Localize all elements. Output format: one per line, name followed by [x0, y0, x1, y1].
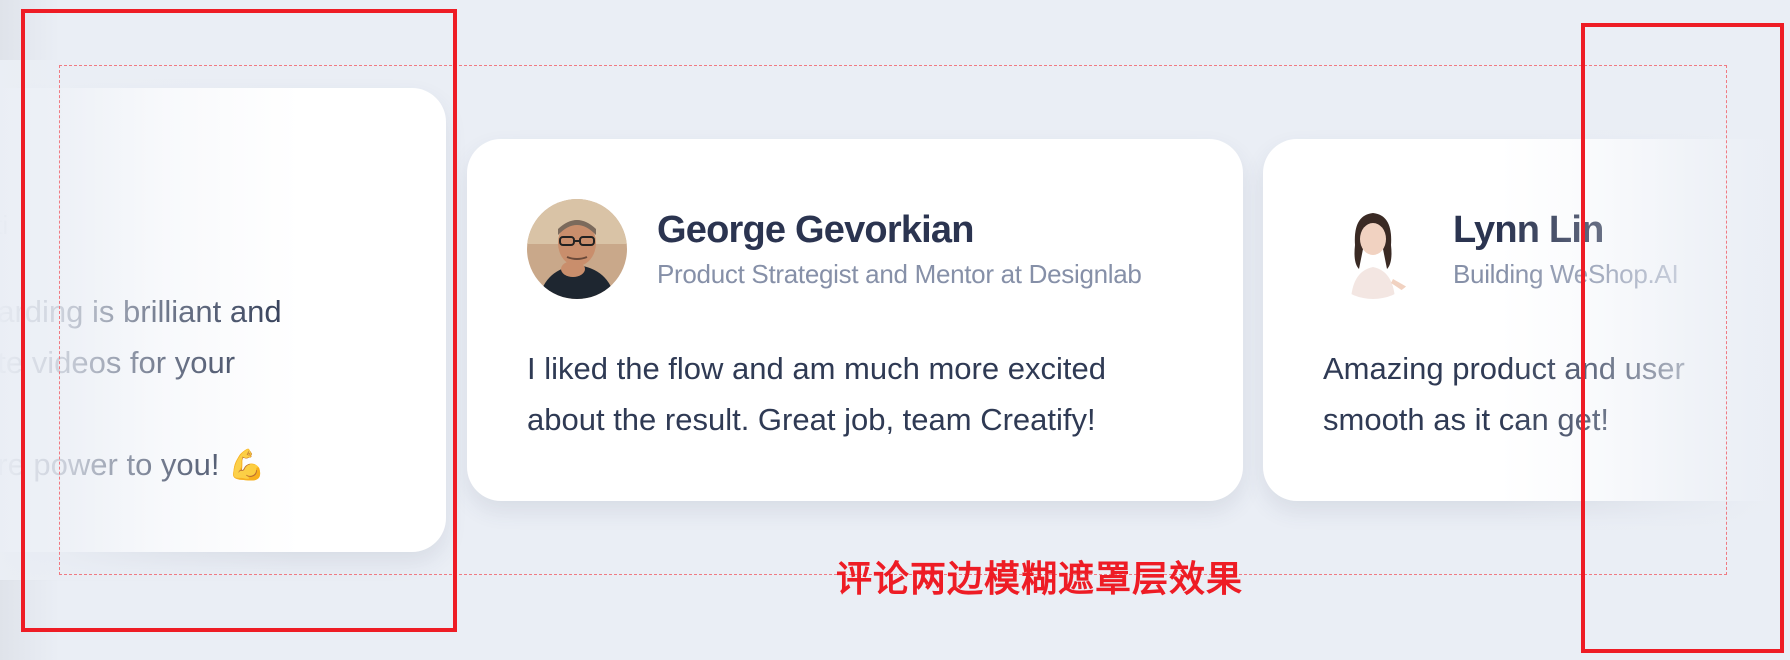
testimonial-quote: I liked the flow and am much more excite… [527, 343, 1106, 445]
testimonial-name: Lynn Lin [1453, 208, 1604, 251]
testimonial-quote: Amazing product and user smooth as it ca… [1323, 343, 1685, 445]
testimonial-name: gar [0, 158, 8, 204]
avatar [1323, 199, 1423, 299]
testimonial-card-lynn: Lynn Lin Building WeShop.AI Amazing prod… [1263, 139, 1790, 501]
card-header: Lynn Lin Building WeShop.AI [1323, 199, 1679, 299]
quote-line-text: ore power to you! [0, 447, 220, 482]
quote-line-last: ore power to you! 💪 [0, 439, 282, 491]
testimonial-card-left: gar at Wati oarding is brilliant and ate… [0, 88, 446, 552]
quote-line [0, 388, 282, 439]
testimonial-author: George Gevorkian Product Strategist and … [657, 208, 1142, 291]
flexed-biceps-icon: 💪 [228, 449, 266, 482]
quote-line: smooth as it can get! [1323, 402, 1610, 437]
testimonial-quote: oarding is brilliant and ate videos for … [0, 286, 282, 491]
testimonial-author: Lynn Lin Building WeShop.AI [1453, 208, 1679, 291]
testimonial-name: George Gevorkian [657, 208, 974, 251]
quote-line: Amazing product and user [1323, 351, 1685, 386]
quote-line: oarding is brilliant and [0, 294, 282, 329]
card-header: George Gevorkian Product Strategist and … [527, 199, 1142, 299]
testimonial-card-george: George Gevorkian Product Strategist and … [467, 139, 1243, 501]
card-header: gar at Wati [0, 158, 8, 241]
quote-line: about the result. Great job, team Creati… [527, 402, 1096, 437]
testimonial-role: Building WeShop.AI [1453, 259, 1679, 290]
quote-line: ate videos for your [0, 345, 236, 380]
testimonial-role: Product Strategist and Mentor at Designl… [657, 259, 1142, 290]
avatar [527, 199, 627, 299]
testimonial-role: at Wati [0, 209, 8, 240]
annotation-label: 评论两边模糊遮罩层效果 [836, 559, 1244, 600]
quote-line: I liked the flow and am much more excite… [527, 351, 1106, 386]
